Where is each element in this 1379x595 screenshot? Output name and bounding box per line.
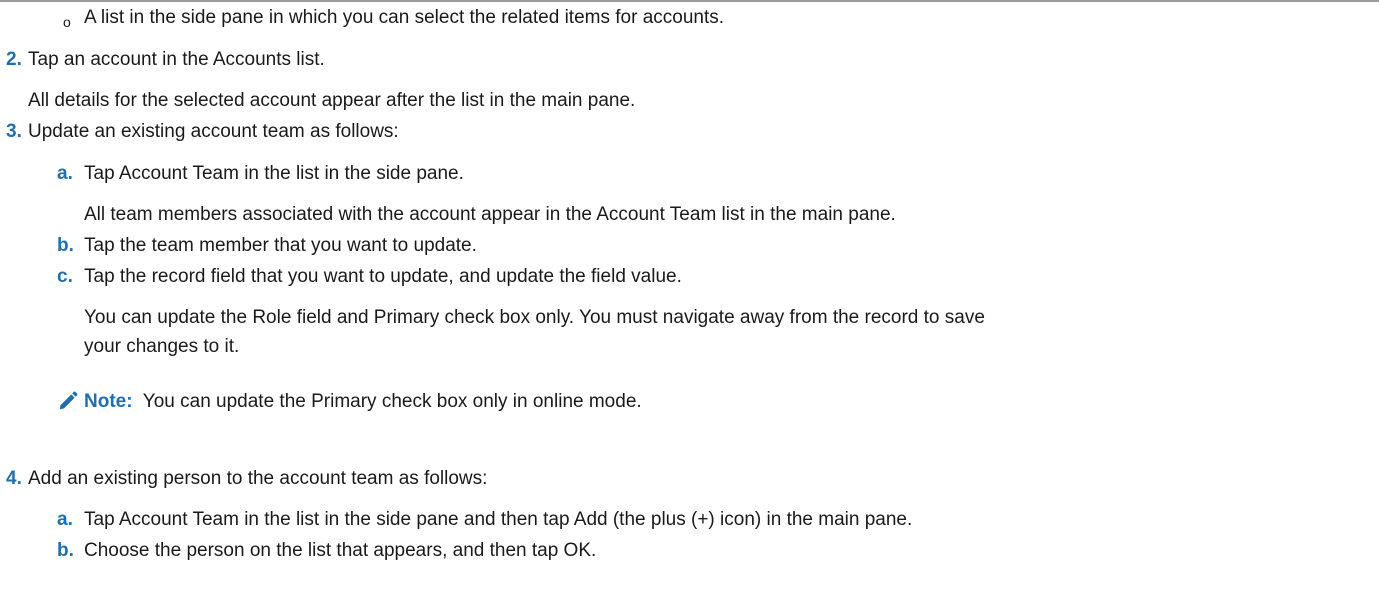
step-number: 2.	[6, 49, 22, 70]
step-text: Update an existing account team as follo…	[28, 121, 399, 142]
substep-text: Tap the team member that you want to upd…	[84, 235, 477, 256]
note-line: Note: You can update the Primary check b…	[84, 390, 642, 414]
step-text: Tap an account in the Accounts list.	[28, 49, 325, 70]
pencil-icon	[59, 391, 78, 410]
note-text: You can update the Primary check box onl…	[142, 391, 642, 412]
note-label: Note:	[84, 391, 133, 412]
top-rule	[0, 0, 1379, 2]
step-result: All details for the selected account app…	[28, 90, 636, 111]
substep-letter: a.	[57, 509, 73, 530]
substep-letter: a.	[57, 163, 73, 184]
step-number: 3.	[6, 121, 22, 142]
substep-text: Choose the person on the list that appea…	[84, 540, 597, 561]
substep-letter: b.	[57, 235, 74, 256]
substep-letter: c.	[57, 266, 73, 287]
substep-result-line: your changes to it.	[84, 336, 240, 357]
hollow-bullet-marker: o	[63, 14, 71, 30]
substep-text: Tap Account Team in the list in the side…	[84, 163, 464, 184]
substep-letter: b.	[57, 540, 74, 561]
step-number: 4.	[6, 468, 22, 489]
substep-text: Tap Account Team in the list in the side…	[84, 509, 913, 530]
step-text: Add an existing person to the account te…	[28, 468, 488, 489]
substep-result-line: You can update the Role field and Primar…	[84, 307, 985, 328]
substep-result: All team members associated with the acc…	[84, 204, 896, 225]
sub-bullet-text: A list in the side pane in which you can…	[84, 7, 725, 28]
substep-text: Tap the record field that you want to up…	[84, 266, 682, 287]
